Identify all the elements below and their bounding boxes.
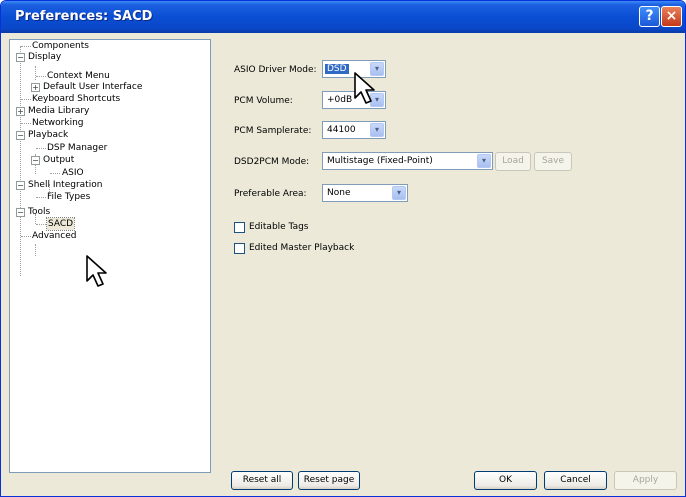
editable-tags-checkbox[interactable] bbox=[234, 222, 245, 233]
pointer-cursor-icon bbox=[354, 72, 375, 104]
collapse-icon[interactable]: − bbox=[16, 181, 25, 190]
tree-item-dsp-manager[interactable]: DSP Manager bbox=[47, 142, 107, 154]
tree-item-advanced[interactable]: Advanced bbox=[32, 230, 76, 242]
edited-master-playback-label: Edited Master Playback bbox=[249, 243, 355, 253]
tree-guide bbox=[35, 66, 36, 80]
pcm-volume-value: +0dB bbox=[327, 95, 353, 105]
tree-connector bbox=[21, 236, 31, 237]
reset-page-button[interactable]: Reset page bbox=[298, 471, 360, 490]
apply-button[interactable]: Apply bbox=[614, 471, 677, 490]
ok-button[interactable]: OK bbox=[474, 471, 537, 490]
pcm-samplerate-select[interactable]: 44100 ▾ bbox=[322, 121, 386, 139]
tree-connector bbox=[21, 46, 31, 47]
title-bar[interactable]: Preferences: SACD ? × bbox=[1, 1, 685, 33]
collapse-icon[interactable]: − bbox=[16, 131, 25, 140]
tree-item-networking[interactable]: Networking bbox=[32, 117, 84, 129]
preferences-window: Preferences: SACD ? × Components − Displ… bbox=[0, 0, 686, 497]
tree-item-shell-integration[interactable]: Shell Integration bbox=[28, 179, 102, 191]
edited-master-playback-checkbox[interactable] bbox=[234, 243, 245, 254]
tree-item-file-types[interactable]: File Types bbox=[47, 191, 90, 203]
expand-icon[interactable]: + bbox=[31, 83, 40, 92]
reset-all-button[interactable]: Reset all bbox=[231, 471, 293, 490]
dsd2pcm-mode-select[interactable]: Multistage (Fixed-Point) ▾ bbox=[322, 152, 493, 170]
chevron-down-icon[interactable]: ▾ bbox=[477, 154, 491, 168]
asio-driver-mode-value: DSD bbox=[325, 64, 349, 74]
help-button[interactable]: ? bbox=[639, 6, 660, 27]
tree-item-tools[interactable]: Tools bbox=[28, 206, 50, 218]
cancel-button[interactable]: Cancel bbox=[544, 471, 607, 490]
pcm-samplerate-value: 44100 bbox=[327, 125, 356, 135]
tree-item-sacd[interactable]: SACD bbox=[45, 217, 76, 231]
tree-item-media-library[interactable]: Media Library bbox=[28, 105, 89, 117]
tree-connector bbox=[36, 197, 46, 198]
tree-connector bbox=[36, 148, 46, 149]
tree-connector bbox=[21, 99, 31, 100]
tree-item-display[interactable]: Display bbox=[28, 51, 61, 63]
collapse-icon[interactable]: − bbox=[16, 53, 25, 62]
load-button[interactable]: Load bbox=[495, 152, 531, 171]
collapse-icon[interactable]: − bbox=[16, 208, 25, 217]
close-button[interactable]: × bbox=[661, 6, 682, 27]
preferable-area-select[interactable]: None ▾ bbox=[322, 184, 408, 202]
collapse-icon[interactable]: − bbox=[31, 156, 40, 165]
chevron-down-icon[interactable]: ▾ bbox=[392, 186, 406, 200]
preferable-area-label: Preferable Area: bbox=[234, 189, 307, 199]
expand-icon[interactable]: + bbox=[16, 107, 25, 116]
asio-driver-mode-label: ASIO Driver Mode: bbox=[234, 65, 317, 75]
tree-connector bbox=[36, 224, 46, 225]
tree-connector bbox=[21, 123, 31, 124]
tree-connector bbox=[36, 76, 46, 77]
tree-item-keyboard-shortcuts[interactable]: Keyboard Shortcuts bbox=[32, 93, 120, 105]
tree-item-playback[interactable]: Playback bbox=[28, 129, 68, 141]
tree-guide bbox=[20, 46, 21, 276]
preferable-area-value: None bbox=[327, 188, 351, 198]
tree-guide bbox=[35, 244, 36, 256]
save-button[interactable]: Save bbox=[534, 152, 572, 171]
tree-connector bbox=[50, 173, 60, 174]
pcm-samplerate-label: PCM Samplerate: bbox=[234, 126, 312, 136]
tree-item-asio[interactable]: ASIO bbox=[62, 167, 84, 179]
dsd2pcm-mode-label: DSD2PCM Mode: bbox=[234, 157, 310, 167]
chevron-down-icon[interactable]: ▾ bbox=[370, 123, 384, 137]
pcm-volume-label: PCM Volume: bbox=[234, 96, 293, 106]
tree-item-output[interactable]: Output bbox=[43, 154, 74, 166]
pointer-cursor-icon bbox=[86, 255, 107, 287]
tree-item-default-user-interface[interactable]: Default User Interface bbox=[43, 81, 142, 93]
window-title: Preferences: SACD bbox=[15, 9, 153, 24]
dsd2pcm-mode-value: Multistage (Fixed-Point) bbox=[327, 156, 433, 166]
editable-tags-label: Editable Tags bbox=[249, 222, 309, 232]
